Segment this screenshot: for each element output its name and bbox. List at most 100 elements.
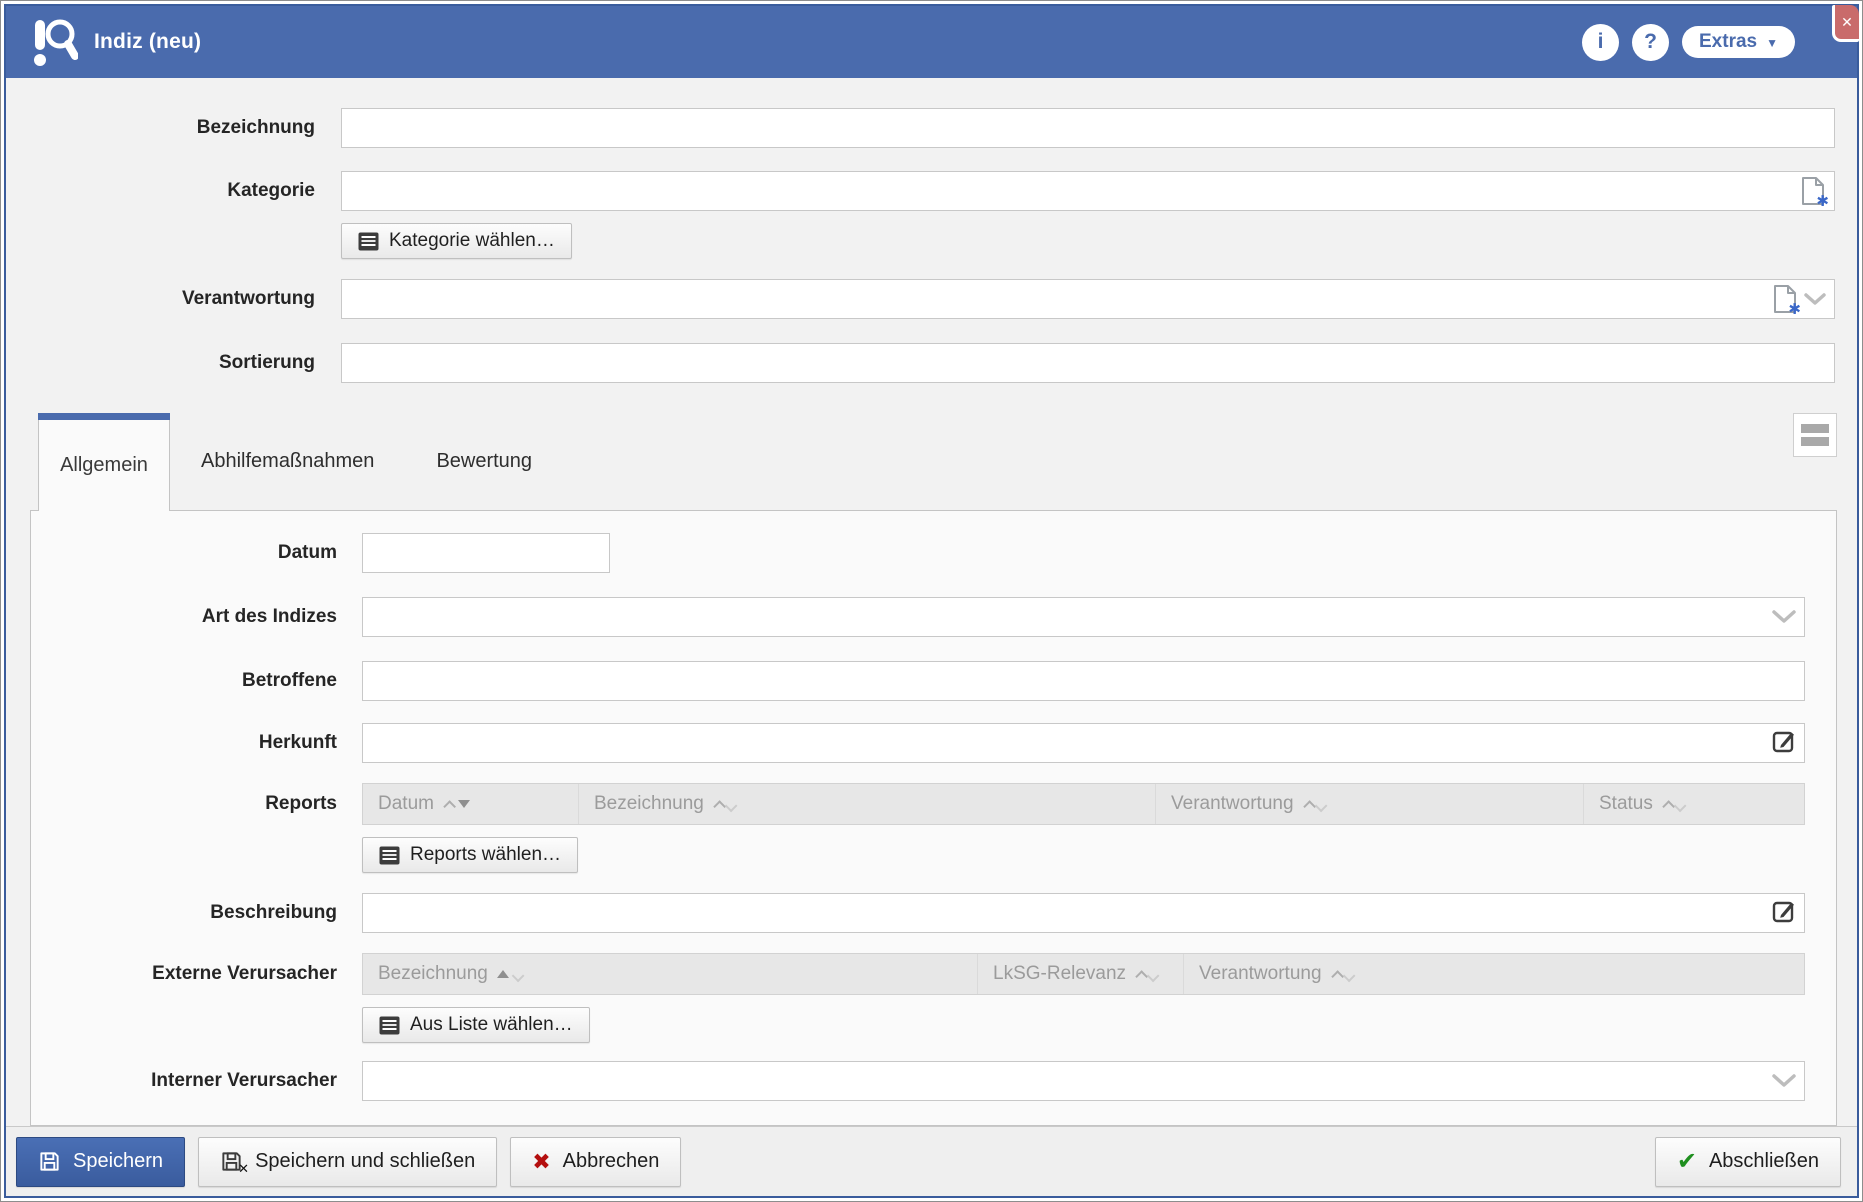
beschreibung-row: Beschreibung xyxy=(31,893,1805,933)
kategorie-row: Kategorie ✱ Kategorie wählen… xyxy=(6,171,1835,259)
interner-verursacher-field xyxy=(362,1061,1805,1101)
info-icon: i xyxy=(1597,30,1604,53)
collapse-sections-button[interactable] xyxy=(1793,413,1837,457)
art-des-indizes-field xyxy=(362,597,1805,637)
reports-col-status-label: Status xyxy=(1599,793,1653,814)
verantwortung-row: Verantwortung ✱ xyxy=(6,279,1835,319)
interner-verursacher-row: Interner Verursacher xyxy=(31,1061,1805,1101)
tab-abhilfemassnahmen[interactable]: Abhilfemaßnahmen xyxy=(170,413,405,510)
sort-asc-icon xyxy=(443,799,456,813)
externe-verursacher-label: Externe Verursacher xyxy=(152,963,337,984)
app-window: ✕ Indiz (neu) i ? Extras ▼ Bezeichnung K… xyxy=(0,0,1863,1202)
kategorie-field: ✱ Kategorie wählen… xyxy=(341,171,1835,259)
verantwortung-field: ✱ xyxy=(341,279,1835,319)
reports-col-status[interactable]: Status xyxy=(1583,784,1804,824)
caret-down-icon: ▼ xyxy=(1766,36,1778,50)
reports-col-verantwortung-label: Verantwortung xyxy=(1171,793,1294,814)
datum-field xyxy=(362,533,1805,573)
reports-col-bezeichnung[interactable]: Bezeichnung xyxy=(578,784,1155,824)
tab-bewertung[interactable]: Bewertung xyxy=(405,413,563,510)
help-button[interactable]: ? xyxy=(1632,23,1669,61)
datum-label: Datum xyxy=(277,542,337,563)
sort-desc-icon xyxy=(1342,969,1355,982)
sort-indicator xyxy=(1330,969,1355,983)
cancel-x-icon: ✖ xyxy=(532,1148,551,1174)
sort-desc-icon xyxy=(1673,799,1687,812)
art-des-indizes-label: Art des Indizes xyxy=(201,606,337,627)
save-floppy-icon xyxy=(38,1150,61,1173)
bezeichnung-label: Bezeichnung xyxy=(196,117,315,138)
herkunft-input[interactable] xyxy=(362,723,1805,763)
externe-col-verantwortung[interactable]: Verantwortung xyxy=(1183,954,1804,994)
beschreibung-input[interactable] xyxy=(362,893,1805,933)
sort-indicator xyxy=(1135,969,1160,983)
externe-col-lksg-relevanz[interactable]: LkSG-Relevanz xyxy=(977,954,1183,994)
art-des-indizes-select[interactable] xyxy=(362,597,1805,637)
sort-indicator xyxy=(1302,799,1327,813)
sort-indicator xyxy=(1662,799,1687,813)
betroffene-input[interactable] xyxy=(362,661,1805,701)
tab-abhilfemassnahmen-label: Abhilfemaßnahmen xyxy=(201,450,375,472)
datum-input[interactable] xyxy=(362,533,610,573)
externe-col-verantwortung-label: Verantwortung xyxy=(1199,963,1322,984)
reports-col-verantwortung[interactable]: Verantwortung xyxy=(1155,784,1583,824)
sort-asc-icon xyxy=(1302,799,1316,813)
beschreibung-label: Beschreibung xyxy=(210,902,337,923)
interner-verursacher-select[interactable] xyxy=(362,1061,1805,1101)
save-and-close-button[interactable]: ✕ Speichern und schließen xyxy=(198,1136,498,1187)
close-button[interactable]: ✕ xyxy=(1832,5,1859,42)
reports-label: Reports xyxy=(265,793,337,814)
kategorie-input[interactable] xyxy=(341,171,1835,211)
reports-col-datum-label: Datum xyxy=(378,793,434,814)
aus-liste-waehlen-label: Aus Liste wählen… xyxy=(410,1014,573,1035)
form-top-section: Bezeichnung Kategorie ✱ Kategorie wählen… xyxy=(6,78,1857,383)
art-des-indizes-row: Art des Indizes xyxy=(31,597,1805,637)
tab-allgemein[interactable]: Allgemein xyxy=(38,413,170,511)
bezeichnung-field xyxy=(341,108,1835,148)
tabbar: Allgemein Abhilfemaßnahmen Bewertung xyxy=(30,413,1837,511)
reports-waehlen-label: Reports wählen… xyxy=(410,844,562,865)
list-picker-icon xyxy=(379,846,400,864)
save-label: Speichern xyxy=(73,1150,164,1172)
finish-button[interactable]: ✔ Abschließen xyxy=(1654,1136,1841,1187)
sortierung-label: Sortierung xyxy=(218,352,315,373)
question-icon: ? xyxy=(1644,30,1657,53)
cancel-button[interactable]: ✖ Abbrechen xyxy=(510,1136,682,1187)
tab-panel-allgemein: Datum Art des Indizes Betroffene Herkunf… xyxy=(30,510,1837,1126)
herkunft-label: Herkunft xyxy=(258,732,337,753)
sort-desc-icon xyxy=(1146,969,1160,982)
tab-allgemein-label: Allgemein xyxy=(60,454,148,476)
aus-liste-waehlen-button[interactable]: Aus Liste wählen… xyxy=(362,1007,590,1043)
extras-label: Extras xyxy=(1699,31,1758,52)
footer-action-bar: Speichern ✕ Speichern und schließen ✖ Ab… xyxy=(6,1126,1857,1196)
sort-asc-icon xyxy=(1330,969,1344,983)
reports-col-datum[interactable]: Datum xyxy=(363,784,578,824)
externe-col-bezeichnung[interactable]: Bezeichnung xyxy=(363,954,977,994)
sortierung-input[interactable] xyxy=(341,343,1835,383)
finish-label: Abschließen xyxy=(1708,1150,1819,1172)
info-button[interactable]: i xyxy=(1582,23,1619,61)
betroffene-row: Betroffene xyxy=(31,661,1805,701)
reports-waehlen-button[interactable]: Reports wählen… xyxy=(362,837,579,873)
herkunft-field xyxy=(362,723,1805,763)
list-picker-icon xyxy=(379,1016,400,1034)
kategorie-label: Kategorie xyxy=(227,180,315,201)
externe-col-lksg-label: LkSG-Relevanz xyxy=(993,963,1127,984)
bezeichnung-input[interactable] xyxy=(341,108,1835,148)
titlebar-actions: i ? Extras ▼ xyxy=(1582,23,1795,61)
main-content: Bezeichnung Kategorie ✱ Kategorie wählen… xyxy=(6,78,1857,1126)
kategorie-waehlen-button[interactable]: Kategorie wählen… xyxy=(341,223,572,259)
extras-button[interactable]: Extras ▼ xyxy=(1682,26,1795,58)
reports-table-header: Datum Bezeichnung Verantwortung Status xyxy=(362,783,1805,825)
sort-indicator xyxy=(496,969,525,982)
toggle-bar-icon xyxy=(1801,437,1829,446)
save-button[interactable]: Speichern xyxy=(16,1136,186,1187)
beschreibung-field xyxy=(362,893,1805,933)
save-close-floppy-icon: ✕ xyxy=(220,1150,249,1176)
verantwortung-input[interactable] xyxy=(341,279,1835,319)
cancel-label: Abbrechen xyxy=(562,1150,660,1172)
toggle-bar-icon xyxy=(1801,424,1829,433)
externe-verursacher-field: Bezeichnung LkSG-Relevanz Verantwortung … xyxy=(362,953,1805,1043)
kategorie-waehlen-label: Kategorie wählen… xyxy=(389,230,555,251)
sort-indicator xyxy=(443,799,470,813)
